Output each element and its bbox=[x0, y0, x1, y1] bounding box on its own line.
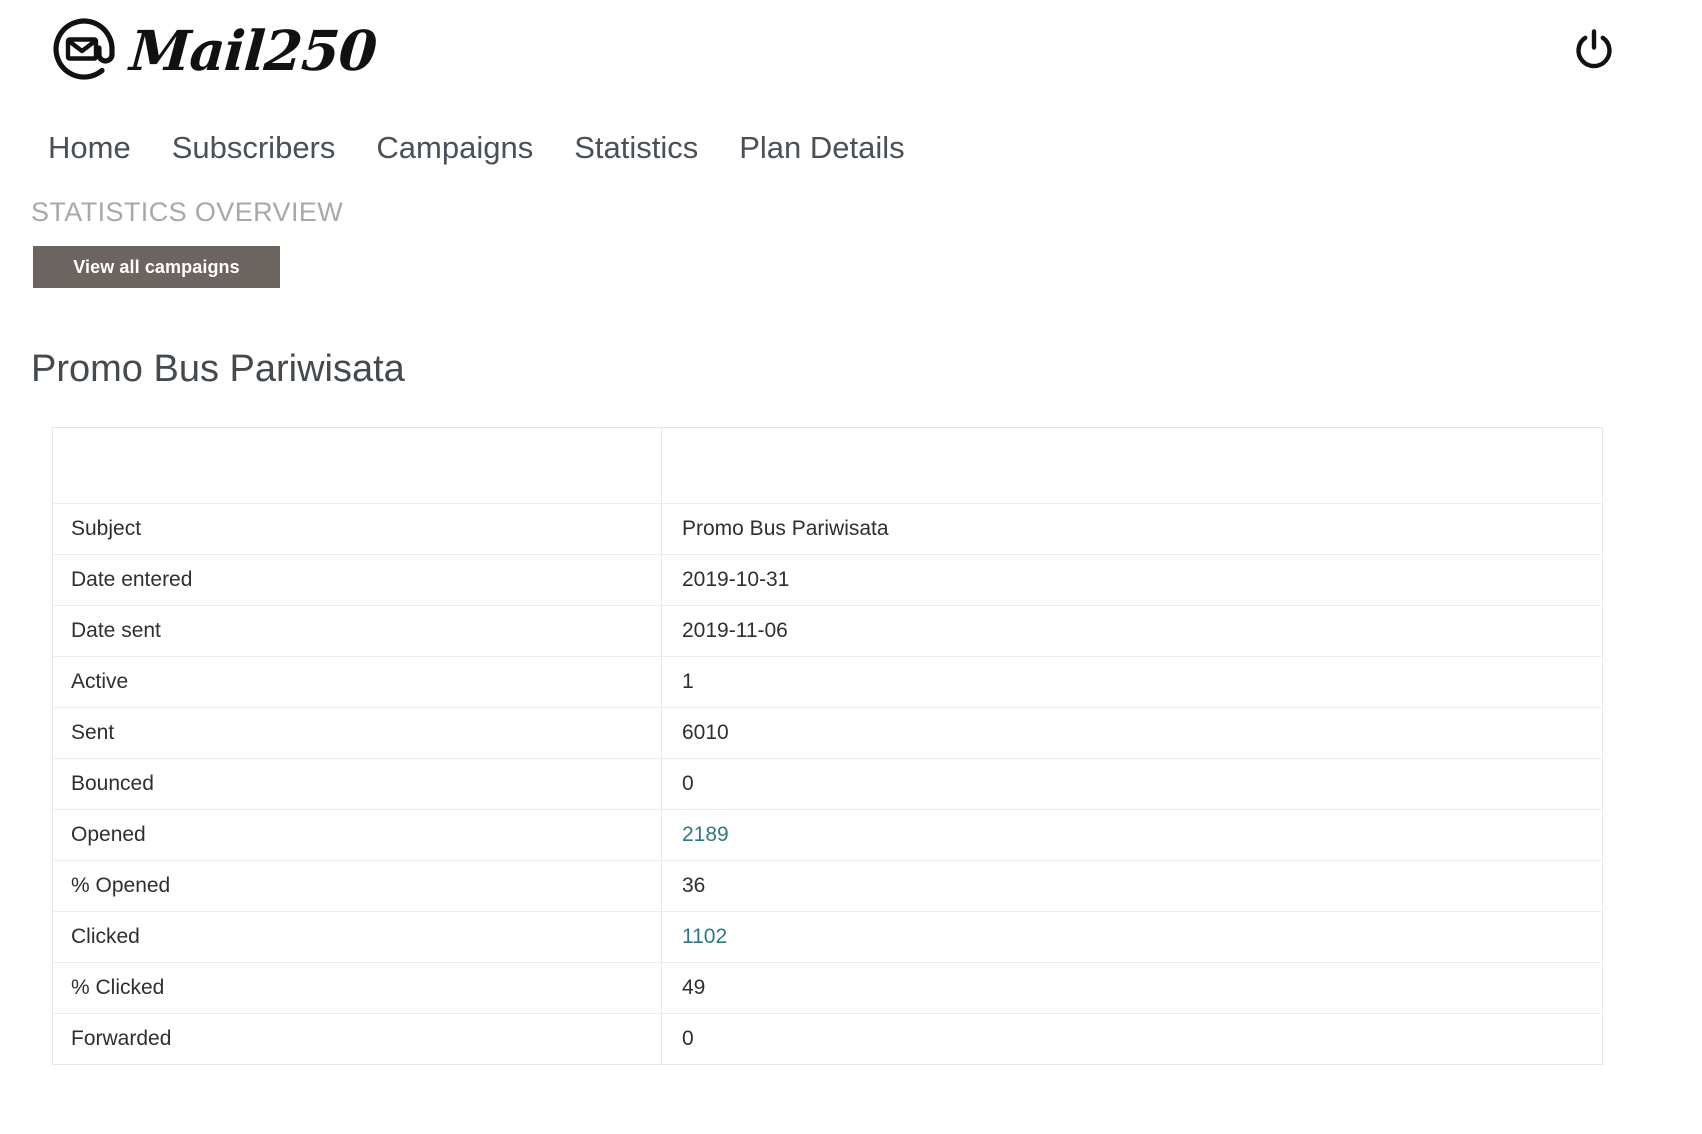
nav-item-subscribers[interactable]: Subscribers bbox=[172, 130, 336, 166]
table-body: Subject Promo Bus Pariwisata Date entered 2… bbox=[52, 503, 1603, 1065]
stat-value: 1 bbox=[661, 656, 1603, 708]
table-header-label-col bbox=[52, 427, 662, 504]
stat-label: % Opened bbox=[52, 860, 662, 912]
stat-label: Bounced bbox=[52, 758, 662, 810]
power-icon[interactable] bbox=[1570, 25, 1618, 73]
campaign-stats-panel: Subject Promo Bus Pariwisata Date entered 2… bbox=[52, 427, 1603, 1065]
brand-wordmark: Mail250 bbox=[127, 17, 379, 83]
table-row: Date entered 2019-10-31 bbox=[52, 554, 1603, 606]
stat-value: 2019-10-31 bbox=[661, 554, 1603, 606]
main-navigation: Home Subscribers Campaigns Statistics Pl… bbox=[48, 130, 905, 166]
stat-value: 2189 bbox=[661, 809, 1603, 861]
table-row: Date sent 2019-11-06 bbox=[52, 605, 1603, 657]
site-header: Mail250 bbox=[0, 0, 1702, 112]
stat-value-link[interactable]: 2189 bbox=[682, 823, 729, 846]
view-all-campaigns-button[interactable]: View all campaigns bbox=[33, 246, 280, 288]
stat-value: 1102 bbox=[661, 911, 1603, 963]
stat-label: Forwarded bbox=[52, 1013, 662, 1065]
table-header-value-col bbox=[661, 427, 1603, 504]
table-header-row bbox=[52, 427, 1603, 504]
table-row: Forwarded 0 bbox=[52, 1013, 1603, 1065]
table-row: Clicked 1102 bbox=[52, 911, 1603, 963]
stat-value: 2019-11-06 bbox=[661, 605, 1603, 657]
stat-label: Subject bbox=[52, 503, 662, 555]
table-row: Opened 2189 bbox=[52, 809, 1603, 861]
stat-value: 36 bbox=[661, 860, 1603, 912]
table-row: Bounced 0 bbox=[52, 758, 1603, 810]
nav-item-plan-details[interactable]: Plan Details bbox=[739, 130, 904, 166]
nav-item-home[interactable]: Home bbox=[48, 130, 131, 166]
stat-value-link[interactable]: 1102 bbox=[682, 925, 727, 948]
stat-label: Active bbox=[52, 656, 662, 708]
stat-label: Opened bbox=[52, 809, 662, 861]
section-title: STATISTICS OVERVIEW bbox=[31, 197, 344, 227]
nav-item-statistics[interactable]: Statistics bbox=[574, 130, 698, 166]
stat-value: 0 bbox=[661, 758, 1603, 810]
brand-logo[interactable]: Mail250 bbox=[48, 14, 379, 86]
stat-label: Clicked bbox=[52, 911, 662, 963]
stat-label: Date entered bbox=[52, 554, 662, 606]
page-title: Promo Bus Pariwisata bbox=[31, 348, 405, 391]
stat-value: 49 bbox=[661, 962, 1603, 1014]
stat-value: 6010 bbox=[661, 707, 1603, 759]
stat-label: % Clicked bbox=[52, 962, 662, 1014]
table-row: Sent 6010 bbox=[52, 707, 1603, 759]
stat-value: 0 bbox=[682, 1027, 694, 1050]
table-row: % Clicked 49 bbox=[52, 962, 1603, 1014]
table-row: % Opened 36 bbox=[52, 860, 1603, 912]
stat-label: Date sent bbox=[52, 605, 662, 657]
stat-label: Sent bbox=[52, 707, 662, 759]
campaign-stats-table: Subject Promo Bus Pariwisata Date entered 2… bbox=[52, 427, 1603, 1065]
nav-item-campaigns[interactable]: Campaigns bbox=[376, 130, 533, 166]
table-head bbox=[52, 427, 1603, 504]
table-row: Subject Promo Bus Pariwisata bbox=[52, 503, 1603, 555]
at-envelope-icon bbox=[48, 14, 120, 86]
table-row: Active 1 bbox=[52, 656, 1603, 708]
stat-value: Promo Bus Pariwisata bbox=[661, 503, 1603, 555]
